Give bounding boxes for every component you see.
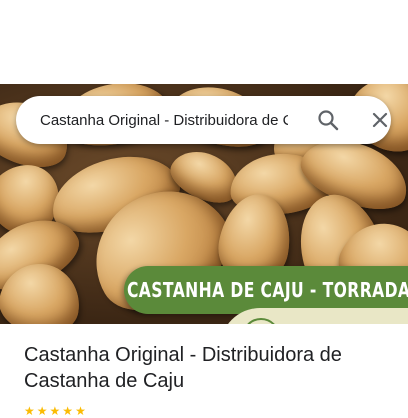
product-banner: CASTANHA DE CAJU - TORRADA (124, 266, 408, 314)
blank-top-area (0, 0, 408, 84)
place-info-panel: Castanha Original - Distribuidora de Cas… (0, 324, 408, 418)
search-bar[interactable]: Castanha Original - Distribuidora de Cas… (16, 96, 391, 144)
star-icon: ★ (62, 404, 76, 418)
star-icon: ★ (49, 404, 63, 418)
star-icon: ★ (75, 404, 88, 418)
star-icon: ★ (36, 404, 50, 418)
search-icon[interactable] (316, 108, 340, 132)
star-icon: ★ (24, 404, 37, 418)
place-title: Castanha Original - Distribuidora de Cas… (24, 344, 342, 392)
rating-stars[interactable]: ★★★★★ (24, 404, 88, 418)
close-icon[interactable] (368, 108, 392, 132)
search-input[interactable]: Castanha Original - Distribuidora de Cas… (40, 112, 288, 129)
banner-text: CASTANHA DE CAJU - TORRADA (127, 278, 408, 302)
